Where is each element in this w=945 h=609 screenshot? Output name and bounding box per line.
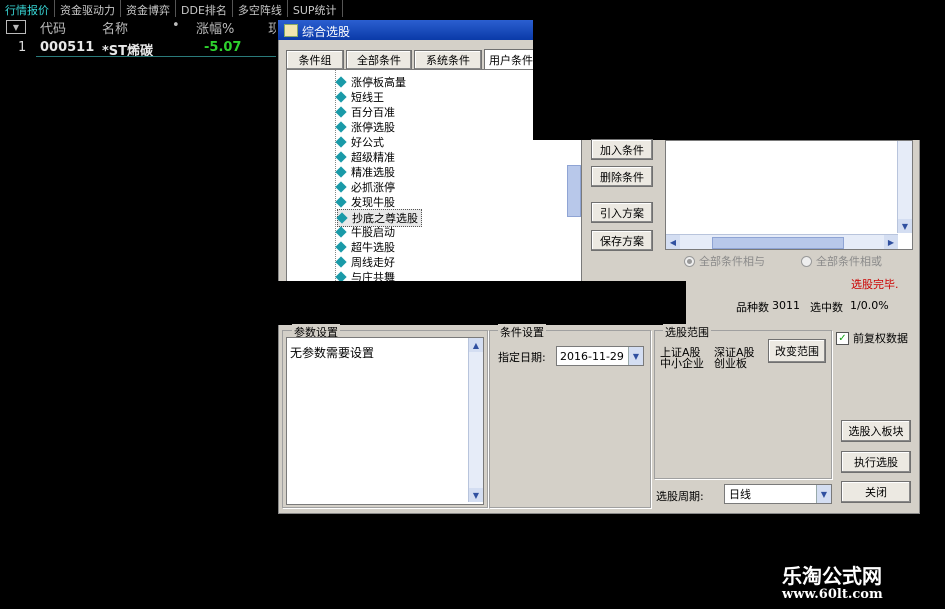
import-scheme-button[interactable]: 引入方案 — [591, 202, 653, 223]
range-group-title: 选股范围 — [663, 324, 711, 340]
tree-item[interactable]: 精准选股 — [335, 164, 395, 180]
watermark-title: 乐淘公式网 — [782, 564, 882, 588]
execute-screen-button[interactable]: 执行选股 — [841, 451, 911, 473]
tree-item[interactable]: 发现牛股 — [335, 194, 395, 210]
formula-icon — [335, 196, 347, 208]
selected-label: 选中数 — [810, 301, 843, 314]
tree-item[interactable]: 超牛选股 — [335, 239, 395, 255]
count-value: 3011 — [772, 299, 800, 312]
add-to-block-button[interactable]: 选股入板块 — [841, 420, 911, 442]
col-header-change[interactable]: 涨幅% — [196, 18, 234, 37]
formula-icon — [335, 256, 347, 268]
tab-quotes[interactable]: 行情报价 — [0, 0, 55, 17]
tab-condition-group[interactable]: 条件组 — [286, 50, 344, 70]
scroll-left-icon[interactable]: ◀ — [666, 235, 680, 249]
dropdown-toggle-icon[interactable]: ▼ — [6, 20, 26, 34]
status-text: 选股完毕. — [851, 278, 899, 291]
tab-long-short[interactable]: 多空阵线 — [233, 0, 288, 17]
formula-icon — [335, 226, 347, 238]
range-item-sme: 中小企业 — [660, 357, 704, 370]
col-header-price[interactable]: 现 — [268, 18, 276, 37]
tree-guide-line — [335, 70, 336, 281]
formula-icon — [335, 166, 347, 178]
hscroll-thumb[interactable] — [712, 237, 844, 249]
radio-icon — [801, 255, 812, 267]
list-hscrollbar[interactable]: ◀ ▶ — [666, 234, 898, 249]
formula-icon — [335, 106, 347, 118]
selected-conditions-list[interactable]: ▼ ◀ ▶ — [665, 140, 913, 250]
tab-capital-drive[interactable]: 资金驱动力 — [55, 0, 121, 17]
scroll-right-icon[interactable]: ▶ — [884, 235, 898, 249]
close-button[interactable]: 关闭 — [841, 481, 911, 503]
date-picker[interactable]: 2016-11-29 ▼ — [556, 346, 644, 366]
tab-system-conditions[interactable]: 系统条件 — [414, 50, 482, 70]
tab-capital-game[interactable]: 资金博弈 — [121, 0, 176, 17]
tree-item[interactable]: 涨停板高量 — [335, 74, 406, 90]
row-index: 1 — [18, 40, 27, 55]
occluded-region-middle — [278, 281, 686, 325]
formula-icon — [335, 241, 347, 253]
formula-icon — [336, 212, 348, 224]
period-label: 选股周期: — [656, 490, 704, 503]
tree-item[interactable]: 短线王 — [335, 89, 384, 105]
tree-item[interactable]: 涨停选股 — [335, 119, 395, 135]
scroll-down-icon[interactable]: ▼ — [469, 488, 483, 502]
col-header-name[interactable]: 名称 — [102, 18, 128, 37]
tab-all-conditions[interactable]: 全部条件 — [346, 50, 412, 70]
chevron-down-icon[interactable]: ▼ — [628, 347, 643, 365]
list-vscrollbar[interactable]: ▼ — [897, 141, 912, 233]
scroll-up-icon[interactable]: ▲ — [469, 338, 483, 352]
selected-value: 1/0.0% — [850, 299, 889, 312]
fuquan-checkbox[interactable]: ✓ 前复权数据 — [836, 330, 908, 346]
date-label: 指定日期: — [498, 351, 546, 364]
delete-condition-button[interactable]: 删除条件 — [591, 166, 653, 187]
top-tab-bar: 行情报价 资金驱动力 资金博弈 DDE排名 多空阵线 SUP统计 — [0, 0, 372, 17]
radio-and-option[interactable]: 全部条件相与 — [684, 253, 765, 269]
dialog-title: 综合选股 — [302, 25, 351, 39]
occluded-region-top — [533, 0, 945, 140]
param-text: 无参数需要设置 — [290, 346, 375, 360]
col-header-code[interactable]: 代码 — [40, 18, 66, 37]
param-vscrollbar[interactable]: ▲ ▼ — [468, 338, 483, 502]
chevron-down-icon[interactable]: ▼ — [816, 485, 831, 503]
row-underline — [36, 56, 276, 57]
watermark-url: www.60lt.com — [782, 587, 883, 602]
formula-icon — [335, 136, 347, 148]
formula-icon — [335, 121, 347, 133]
row-code[interactable]: 000511 — [40, 40, 94, 55]
scroll-down-icon[interactable]: ▼ — [898, 219, 912, 233]
period-select[interactable]: 日线 ▼ — [724, 484, 832, 504]
tree-item[interactable]: 必抓涨停 — [335, 179, 395, 195]
tree-item[interactable]: 百分百准 — [335, 104, 395, 120]
radio-or-option[interactable]: 全部条件相或 — [801, 253, 882, 269]
formula-icon — [335, 151, 347, 163]
checkbox-checked-icon: ✓ — [836, 331, 849, 345]
tab-dde-rank[interactable]: DDE排名 — [176, 0, 233, 17]
range-item-gem: 创业板 — [714, 357, 747, 370]
tree-item[interactable]: 牛股启动 — [335, 224, 395, 240]
param-textbox[interactable]: 无参数需要设置 ▲ ▼ — [286, 337, 484, 505]
row-change: -5.07 — [204, 40, 242, 55]
change-range-button[interactable]: 改变范围 — [768, 339, 826, 363]
tree-item[interactable]: 周线走好 — [335, 254, 395, 270]
cond-group-title: 条件设置 — [498, 324, 546, 340]
save-scheme-button[interactable]: 保存方案 — [591, 230, 653, 251]
col-header-dot: • — [172, 18, 180, 33]
add-condition-button[interactable]: 加入条件 — [591, 139, 653, 160]
formula-icon — [335, 76, 347, 88]
tree-item[interactable]: 好公式 — [335, 134, 384, 150]
tree-item[interactable]: 超级精准 — [335, 149, 395, 165]
tree-scrollbar-thumb[interactable] — [567, 165, 581, 217]
tab-sup-stats[interactable]: SUP统计 — [288, 0, 343, 17]
formula-icon — [335, 181, 347, 193]
formula-icon — [335, 91, 347, 103]
radio-icon — [684, 255, 695, 267]
app-icon — [284, 24, 298, 37]
count-label: 品种数 — [736, 301, 769, 314]
